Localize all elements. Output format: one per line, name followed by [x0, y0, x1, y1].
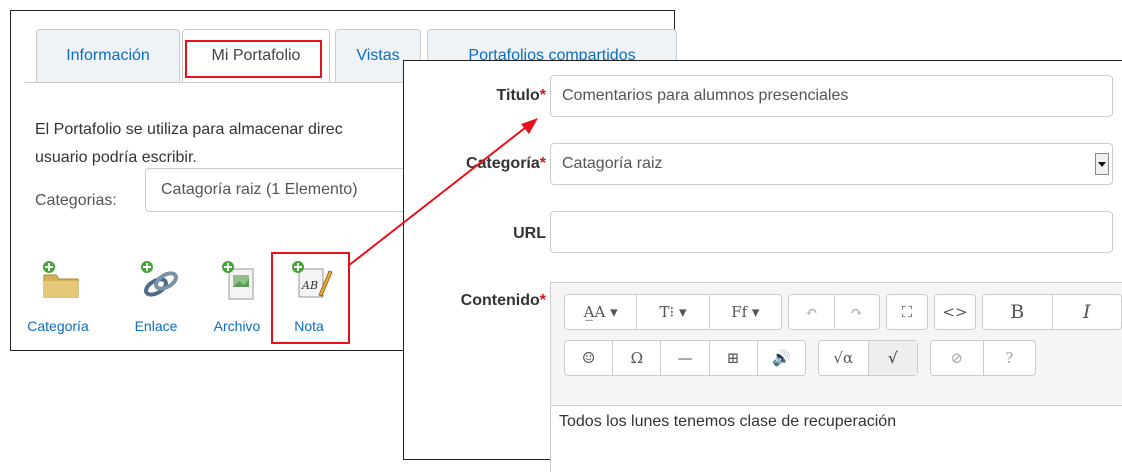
action-label: Categoría — [27, 318, 89, 334]
special-char-button[interactable]: Ω — [613, 341, 662, 375]
media-button[interactable]: 🔊 — [758, 341, 805, 375]
toolbar-group-style: B I — [982, 294, 1122, 330]
horizontal-rule-button[interactable]: — — [661, 341, 710, 375]
tab-informacion[interactable]: Información — [36, 29, 180, 83]
italic-button[interactable]: I — [1053, 295, 1122, 329]
file-add-icon — [222, 261, 254, 300]
font-size-button[interactable]: T⁝ ▾ — [637, 295, 710, 329]
emoticon-button[interactable]: ☺ — [565, 341, 614, 375]
category-select-value: Catagoría raiz — [562, 155, 663, 172]
redo-button[interactable]: ↷ — [835, 295, 880, 329]
note-form-panel: Titulo* Comentarios para alumnos presenc… — [403, 60, 1122, 475]
url-label: URL — [513, 225, 546, 243]
toolbar-group-fullscreen: ⛶ — [886, 294, 928, 330]
required-mark: * — [539, 87, 546, 104]
categories-label: Categorias: — [35, 192, 117, 209]
paragraph-style-button[interactable]: A̲A ▾ — [565, 295, 638, 329]
content-editor: A̲A ▾ T⁝ ▾ Ff ▾ ↶ ↷ ⛶ <> B I ☺ Ω — ⊞ 🔊 √… — [550, 282, 1122, 475]
toolbar-group-accessibility: ⊘ ? — [930, 340, 1036, 376]
equation-button[interactable]: √α — [819, 341, 869, 375]
dropdown-arrow-icon[interactable] — [1095, 153, 1109, 175]
toolbar-group-format: A̲A ▾ T⁝ ▾ Ff ▾ — [564, 294, 782, 330]
title-field[interactable]: Comentarios para alumnos presenciales — [550, 75, 1113, 117]
source-code-button[interactable]: <> — [935, 295, 975, 329]
toolbar-group-source: <> — [934, 294, 976, 330]
undo-button[interactable]: ↶ — [789, 295, 835, 329]
highlight-box-tab — [185, 40, 322, 78]
highlight-box-nota — [271, 252, 350, 344]
portfolio-description: El Portafolio se utiliza para almacenar … — [35, 121, 343, 138]
bold-button[interactable]: B — [983, 295, 1053, 329]
screenreader-helper-button[interactable]: ? — [984, 341, 1036, 375]
required-mark: * — [539, 292, 546, 309]
action-label: Archivo — [213, 318, 261, 334]
toolbar-group-math: √α √ — [818, 340, 918, 376]
toolbar-group-insert: ☺ Ω — ⊞ 🔊 — [564, 340, 806, 376]
title-label-text: Titulo — [496, 87, 540, 104]
content-label-text: Contenido — [460, 292, 540, 309]
font-family-button[interactable]: Ff ▾ — [710, 295, 781, 329]
table-button[interactable]: ⊞ — [710, 341, 758, 375]
categories-select[interactable]: Catagoría raiz (1 Elemento) — [145, 168, 445, 212]
category-label: Categoría* — [466, 155, 546, 173]
portfolio-description-cont: usuario podría escribir. — [35, 149, 197, 166]
category-select[interactable]: Catagoría raiz — [550, 143, 1113, 185]
fullscreen-button[interactable]: ⛶ — [887, 295, 927, 329]
math-button[interactable]: √ — [868, 341, 917, 375]
toolbar-group-history: ↶ ↷ — [788, 294, 880, 330]
required-mark: * — [539, 155, 546, 172]
title-label: Titulo* — [497, 87, 546, 105]
accessibility-checker-button[interactable]: ⊘ — [931, 341, 984, 375]
content-label: Contenido* — [461, 292, 546, 310]
action-label: Enlace — [134, 318, 178, 334]
url-label-text: URL — [513, 225, 546, 242]
link-add-icon — [141, 261, 178, 297]
category-label-text: Categoría — [465, 155, 540, 172]
editor-content-area[interactable]: Todos los lunes tenemos clase de recuper… — [551, 405, 1122, 475]
folder-add-icon — [43, 261, 79, 298]
url-field[interactable] — [550, 211, 1113, 253]
